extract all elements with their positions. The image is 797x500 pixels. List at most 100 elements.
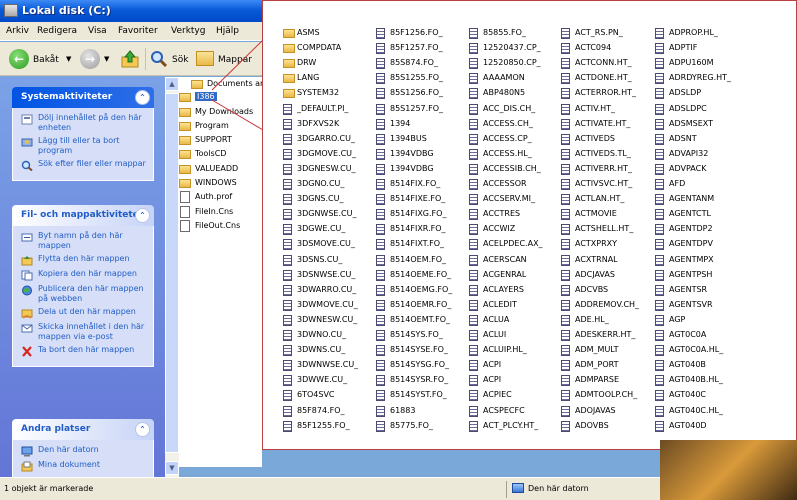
task-share-folder[interactable]: Dela ut den här mappen [21, 307, 149, 319]
programs-icon [21, 138, 33, 147]
file-icon [561, 194, 570, 206]
menu-view[interactable]: Visa [88, 26, 107, 36]
file-icon [469, 43, 478, 55]
folders-icon[interactable] [196, 51, 214, 66]
file-name: 85S1255.FO_ [390, 73, 444, 83]
file-icon [376, 43, 385, 55]
file-icon [376, 420, 385, 432]
file-name: ACTERROR.HT_ [575, 88, 636, 98]
file-name: ADOJAVAS [575, 405, 616, 415]
share-folder-icon [21, 309, 33, 319]
place-my-documents[interactable]: Mina dokument [21, 460, 149, 472]
file-icon [561, 118, 570, 130]
file-name: ACTIVSVC.HT_ [575, 179, 633, 188]
file-name: 12520437.CP_ [483, 43, 541, 53]
task-search-files[interactable]: Sök efter filer eller mappar [21, 159, 149, 171]
file-name: AGENTMPX [669, 254, 714, 264]
collapse-icon[interactable]: ⌃ [135, 90, 150, 105]
forward-button[interactable]: → [80, 49, 100, 69]
system-tasks-title: Systemaktiviteter [21, 92, 113, 102]
file-icon [283, 360, 292, 372]
file-tasks-panel: Fil- och mappaktiviteter ⌃ Byt namn på d… [12, 205, 154, 367]
file-name: ADESKERR.HT_ [575, 330, 636, 339]
back-arrow-icon: ← [13, 52, 25, 66]
file-icon [283, 179, 292, 190]
file-name: 85S1256.FO_ [390, 88, 444, 98]
file-name: ACELPDEC.AX_ [483, 239, 543, 249]
file-icon [655, 299, 664, 311]
file-icon [655, 118, 664, 130]
task-pane-scrollbar[interactable]: ▲ ▼ [165, 77, 179, 477]
menu-edit[interactable]: Redigera [37, 26, 77, 36]
file-icon [469, 420, 478, 432]
file-label: FileOut.Cns [195, 221, 241, 230]
file-icon [283, 118, 292, 130]
back-button[interactable]: ← [9, 49, 29, 69]
other-places-header[interactable]: Andra platser ⌃ [12, 419, 154, 440]
file-name: 3DWNS.CU_ [297, 345, 346, 355]
task-label: Lägg till eller ta bort program [38, 136, 120, 155]
file-name: 61883 [390, 405, 416, 415]
file-name: 85F874.FO_ [297, 405, 345, 415]
task-delete-folder[interactable]: Ta bort den här mappen [21, 345, 149, 357]
scroll-up-icon[interactable]: ▲ [165, 77, 179, 91]
folder-label: Program [195, 121, 229, 130]
file-name: ACTIVEDS [575, 133, 615, 143]
scroll-thumb[interactable] [165, 93, 179, 453]
file-icon [561, 88, 570, 100]
file-name: ADM_PORT [575, 360, 619, 370]
menu-file[interactable]: Arkiv [6, 26, 29, 36]
back-dropdown-icon[interactable]: ▼ [66, 55, 71, 63]
folder-icon [283, 29, 295, 38]
task-copy-folder[interactable]: Kopiera den här mappen [21, 269, 149, 281]
file-name: ACERSCAN [483, 254, 527, 264]
file-name: ACLAYERS [483, 284, 524, 294]
scroll-down-icon[interactable]: ▼ [165, 461, 179, 475]
file-icon [283, 284, 292, 296]
task-rename-folder[interactable]: Byt namn på den här mappen [21, 231, 149, 251]
file-icon [283, 299, 292, 311]
file-name: ADDREMOV.CH_ [575, 299, 640, 309]
menu-tools[interactable]: Verktyg [171, 26, 205, 36]
task-add-remove-programs[interactable]: Lägg till eller ta bort program [21, 136, 149, 156]
file-icon [283, 103, 292, 115]
task-publish-folder[interactable]: Publicera den här mappen på webben [21, 284, 149, 304]
file-name: 3DGWE.CU_ [297, 224, 346, 234]
forward-dropdown-icon[interactable]: ▼ [104, 55, 109, 63]
task-hide-contents[interactable]: Dölj innehållet på den här enheten [21, 113, 149, 133]
file-icon [655, 194, 664, 206]
menu-help[interactable]: Hjälp [216, 26, 239, 36]
file-icon [561, 360, 570, 372]
file-name: ADPTIF [669, 43, 698, 53]
search-label: Sök [172, 55, 189, 65]
file-name: ACTIV.HT_ [575, 103, 616, 113]
task-label: Publicera den här mappen på webben [38, 284, 144, 303]
file-name: ADE.HL_ [575, 314, 609, 324]
file-icon [561, 133, 570, 145]
file-name: ACTDONE.HT_ [575, 73, 632, 83]
file-name: 3DGNO.CU_ [297, 179, 345, 188]
file-icon [469, 254, 478, 266]
system-tasks-header[interactable]: Systemaktiviteter ⌃ [12, 87, 154, 108]
file-icon [376, 224, 385, 236]
task-move-folder[interactable]: Flytta den här mappen [21, 254, 149, 266]
place-my-computer[interactable]: Den här datorn [21, 445, 149, 457]
up-folder-icon[interactable] [120, 49, 140, 69]
file-tasks-header[interactable]: Fil- och mappaktiviteter ⌃ [12, 205, 154, 226]
file-icon [561, 163, 570, 175]
file-icon [655, 88, 664, 100]
collapse-icon[interactable]: ⌃ [135, 422, 150, 437]
task-email-folder[interactable]: Skicka innehållet i den här mappen via e… [21, 322, 149, 342]
system-tasks-panel: Systemaktiviteter ⌃ Dölj innehållet på d… [12, 87, 154, 181]
task-label: Dela ut den här mappen [38, 307, 136, 316]
file-name: ACLEDIT [483, 299, 517, 309]
file-name: ACTC094 [575, 43, 612, 53]
desktop-background-image [660, 440, 797, 500]
file-name: ACCESS.CH_ [483, 118, 533, 128]
menu-favorites[interactable]: Favoriter [118, 26, 158, 36]
file-icon [469, 284, 478, 296]
collapse-icon[interactable]: ⌃ [135, 208, 150, 223]
file-icon [469, 224, 478, 236]
globe-icon [22, 285, 32, 296]
search-icon[interactable] [150, 50, 168, 68]
